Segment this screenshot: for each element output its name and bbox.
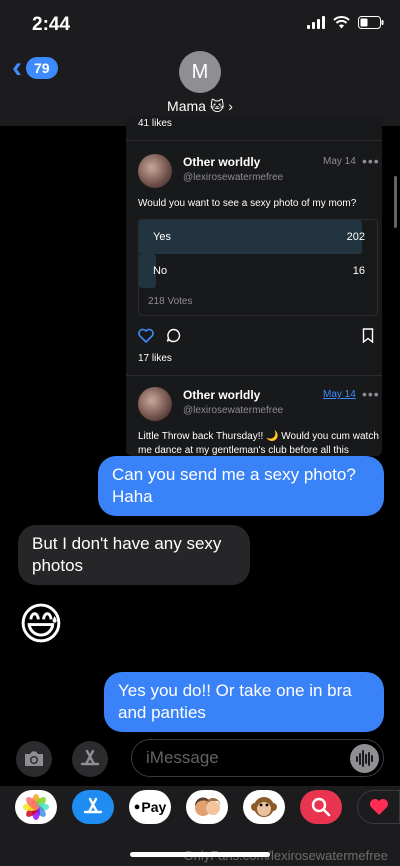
post-date: May 14 <box>323 156 356 167</box>
post-date-link[interactable]: May 14 <box>323 389 356 400</box>
app-store-icon[interactable] <box>72 790 114 824</box>
poll-bar-yes <box>139 220 363 254</box>
poll-count: 202 <box>346 231 365 243</box>
contact-avatar[interactable]: M <box>179 51 221 93</box>
poll-option-no[interactable]: No 16 <box>139 254 379 288</box>
sent-message-bubble[interactable]: Yes you do!! Or take one in bra and pant… <box>104 672 384 732</box>
heart-hands-icon <box>369 799 388 815</box>
received-message-bubble[interactable]: But I don't have any sexy photos <box>18 525 250 585</box>
search-images-icon[interactable] <box>300 790 342 824</box>
scrollbar[interactable] <box>394 176 397 228</box>
likes-count: 17 likes <box>138 353 172 364</box>
battery-icon <box>358 15 384 29</box>
post-author-handle: @lexirosewatermefree <box>183 405 284 416</box>
animoji-monkey-icon[interactable] <box>243 790 285 824</box>
poll-label: Yes <box>153 231 171 243</box>
poll-vote-total: 218 Votes <box>148 296 193 307</box>
sweat-smile-emoji-message[interactable]: 😅 <box>18 600 64 650</box>
status-icons <box>307 15 384 29</box>
watermark: OnlyFans.com/lexirosewatermefree <box>183 848 388 863</box>
apple-pay-icon[interactable]: ● Pay <box>129 790 171 824</box>
app-store-button[interactable] <box>72 741 108 777</box>
more-options-icon[interactable]: ••• <box>362 386 380 402</box>
divider <box>126 140 382 141</box>
likes-count: 41 likes <box>138 118 172 129</box>
post-author-name: Other worldly <box>183 155 261 169</box>
digital-touch-icon[interactable] <box>357 790 400 824</box>
memoji-icon[interactable] <box>186 790 228 824</box>
signal-icon <box>307 15 325 29</box>
camera-button[interactable] <box>16 741 52 777</box>
post-author-avatar <box>138 154 172 188</box>
poll-count: 16 <box>352 265 365 277</box>
more-options-icon[interactable]: ••• <box>362 153 380 169</box>
photos-app-icon[interactable] <box>15 790 57 824</box>
message-input-bar <box>0 734 400 786</box>
unread-count-badge: 79 <box>26 57 58 79</box>
sent-message-bubble[interactable]: Can you send me a sexy photo? Haha <box>98 456 384 516</box>
message-input[interactable] <box>146 748 336 768</box>
apple-logo-icon: ● <box>133 801 141 813</box>
apple-pay-label: Pay <box>141 799 167 815</box>
back-button[interactable]: ‹ 79 <box>12 51 58 84</box>
post-text-line: Little Throw back Thursday!! 🌙 Would you… <box>138 431 379 442</box>
chevron-left-icon: ‹ <box>12 51 22 84</box>
contact-name[interactable]: Mama 🐱 › <box>0 98 400 115</box>
audio-message-button[interactable] <box>350 744 379 773</box>
memoji-faces-icon <box>194 797 220 816</box>
imessage-field[interactable] <box>131 739 384 777</box>
app-store-icon <box>80 749 100 766</box>
poll-option-yes[interactable]: Yes 202 <box>139 220 379 254</box>
post-author-name: Other worldly <box>183 388 261 402</box>
heart-icon[interactable] <box>138 328 154 343</box>
app-store-glyph-icon <box>83 797 103 814</box>
post-text-line: me dance at my gentleman's club before a… <box>138 445 349 456</box>
post-author-avatar <box>138 387 172 421</box>
bookmark-icon[interactable] <box>362 328 374 343</box>
divider <box>126 375 382 376</box>
post-text: Would you want to see a sexy photo of my… <box>138 198 357 209</box>
conversation-header: 2:44 ‹ 79 M Mama 🐱 › <box>0 0 400 126</box>
magnifier-icon <box>311 797 331 817</box>
monkey-face-icon <box>251 797 277 817</box>
post-author-handle: @lexirosewatermefree <box>183 172 284 183</box>
poll-label: No <box>153 265 168 277</box>
comment-icon[interactable] <box>166 328 181 343</box>
status-time: 2:44 <box>32 14 71 35</box>
wifi-icon <box>333 15 350 29</box>
photos-flower-icon <box>23 794 49 820</box>
camera-icon <box>25 751 43 766</box>
